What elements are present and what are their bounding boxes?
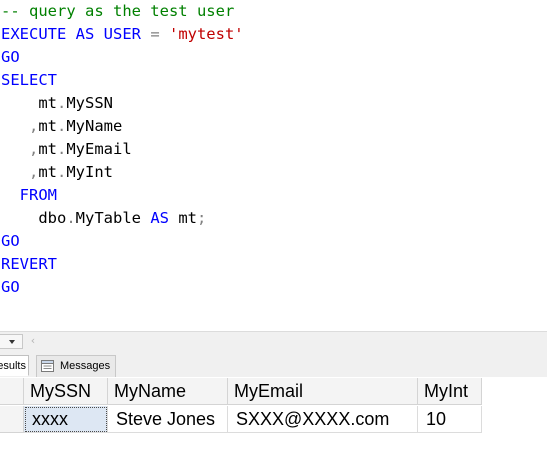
execute-as-line-token: EXECUTE AS USER: [1, 25, 151, 43]
tab-results-label: esults: [0, 360, 26, 372]
column-myssn-line-token: .: [57, 94, 67, 112]
column-myint-line-token: .: [57, 163, 67, 181]
revert-line: REVERT: [1, 253, 57, 276]
go-line-2: GO: [1, 230, 20, 253]
grid-cell-myssn[interactable]: xxxx: [24, 406, 108, 433]
table-line-token: dbo: [1, 209, 67, 227]
select-line: SELECT: [1, 69, 57, 92]
column-myint-line-token: mt: [38, 163, 57, 181]
from-line: FROM: [1, 184, 57, 207]
column-myint-line-token: MyInt: [66, 163, 114, 181]
tab-messages[interactable]: Messages: [36, 355, 116, 378]
comment-line-token: -- query as the test user: [1, 2, 235, 20]
grid-cell-myint[interactable]: 10: [418, 406, 482, 433]
column-myname-line: ,mt.MyName: [1, 115, 122, 138]
sql-editor[interactable]: -- query as the test user EXECUTE AS USER…: [0, 0, 547, 330]
from-line-token: FROM: [1, 186, 57, 204]
go-line-1-token: GO: [1, 48, 20, 66]
select-line-token: SELECT: [1, 71, 57, 89]
column-header-myname[interactable]: MyName: [108, 378, 228, 405]
column-myname-line-token: .: [57, 117, 67, 135]
column-myssn-line-token: mt: [1, 94, 57, 112]
go-line-3: GO: [1, 276, 20, 299]
revert-line-token: REVERT: [1, 255, 57, 273]
grid-corner-cell[interactable]: [0, 378, 24, 405]
results-grid[interactable]: MySSN MyName MyEmail MyInt xxxx Steve Jo…: [0, 377, 547, 473]
table-line-token: mt: [169, 209, 197, 227]
column-header-myint[interactable]: MyInt: [418, 378, 482, 405]
go-line-3-token: GO: [1, 278, 20, 296]
table-line-token: MyTable: [75, 209, 151, 227]
editor-scroll-strip: ‹: [0, 331, 547, 350]
column-myint-line-token: ,: [1, 163, 39, 181]
row-header-cell[interactable]: [0, 406, 24, 433]
column-header-myssn[interactable]: MySSN: [24, 378, 108, 405]
grid-cell-myname[interactable]: Steve Jones: [108, 406, 228, 433]
table-line-token: .: [66, 209, 76, 227]
scroll-left-arrow-icon[interactable]: ‹: [26, 333, 40, 349]
column-myemail-line-token: ,: [1, 140, 39, 158]
tab-results[interactable]: esults: [0, 355, 29, 376]
column-header-myemail[interactable]: MyEmail: [228, 378, 418, 405]
column-myint-line: ,mt.MyInt: [1, 161, 113, 184]
tab-messages-label: Messages: [60, 360, 111, 372]
table-line-token: ;: [197, 209, 207, 227]
column-myemail-line: ,mt.MyEmail: [1, 138, 132, 161]
comment-line: -- query as the test user: [1, 0, 234, 23]
execute-as-line: EXECUTE AS USER = 'mytest': [1, 23, 244, 46]
column-myssn-line-token: MySSN: [66, 94, 114, 112]
table-line: dbo.MyTable AS mt;: [1, 207, 206, 230]
go-line-2-token: GO: [1, 232, 20, 250]
zoom-dropdown[interactable]: [0, 334, 23, 349]
column-myname-line-token: ,: [1, 117, 39, 135]
chevron-down-icon: [9, 340, 15, 344]
column-myname-line-token: MyName: [66, 117, 123, 135]
column-myemail-line-token: MyEmail: [66, 140, 132, 158]
execute-as-line-token: =: [150, 25, 169, 43]
grid-cell-myemail[interactable]: SXXX@XXXX.com: [228, 406, 418, 433]
column-myname-line-token: mt: [38, 117, 57, 135]
results-tabstrip: esults Messages: [0, 349, 547, 378]
messages-icon: [41, 360, 54, 372]
column-myemail-line-token: .: [57, 140, 67, 158]
execute-as-line-token: 'mytest': [168, 25, 244, 43]
table-line-token: AS: [150, 209, 169, 227]
go-line-1: GO: [1, 46, 20, 69]
column-myemail-line-token: mt: [38, 140, 57, 158]
column-myssn-line: mt.MySSN: [1, 92, 113, 115]
